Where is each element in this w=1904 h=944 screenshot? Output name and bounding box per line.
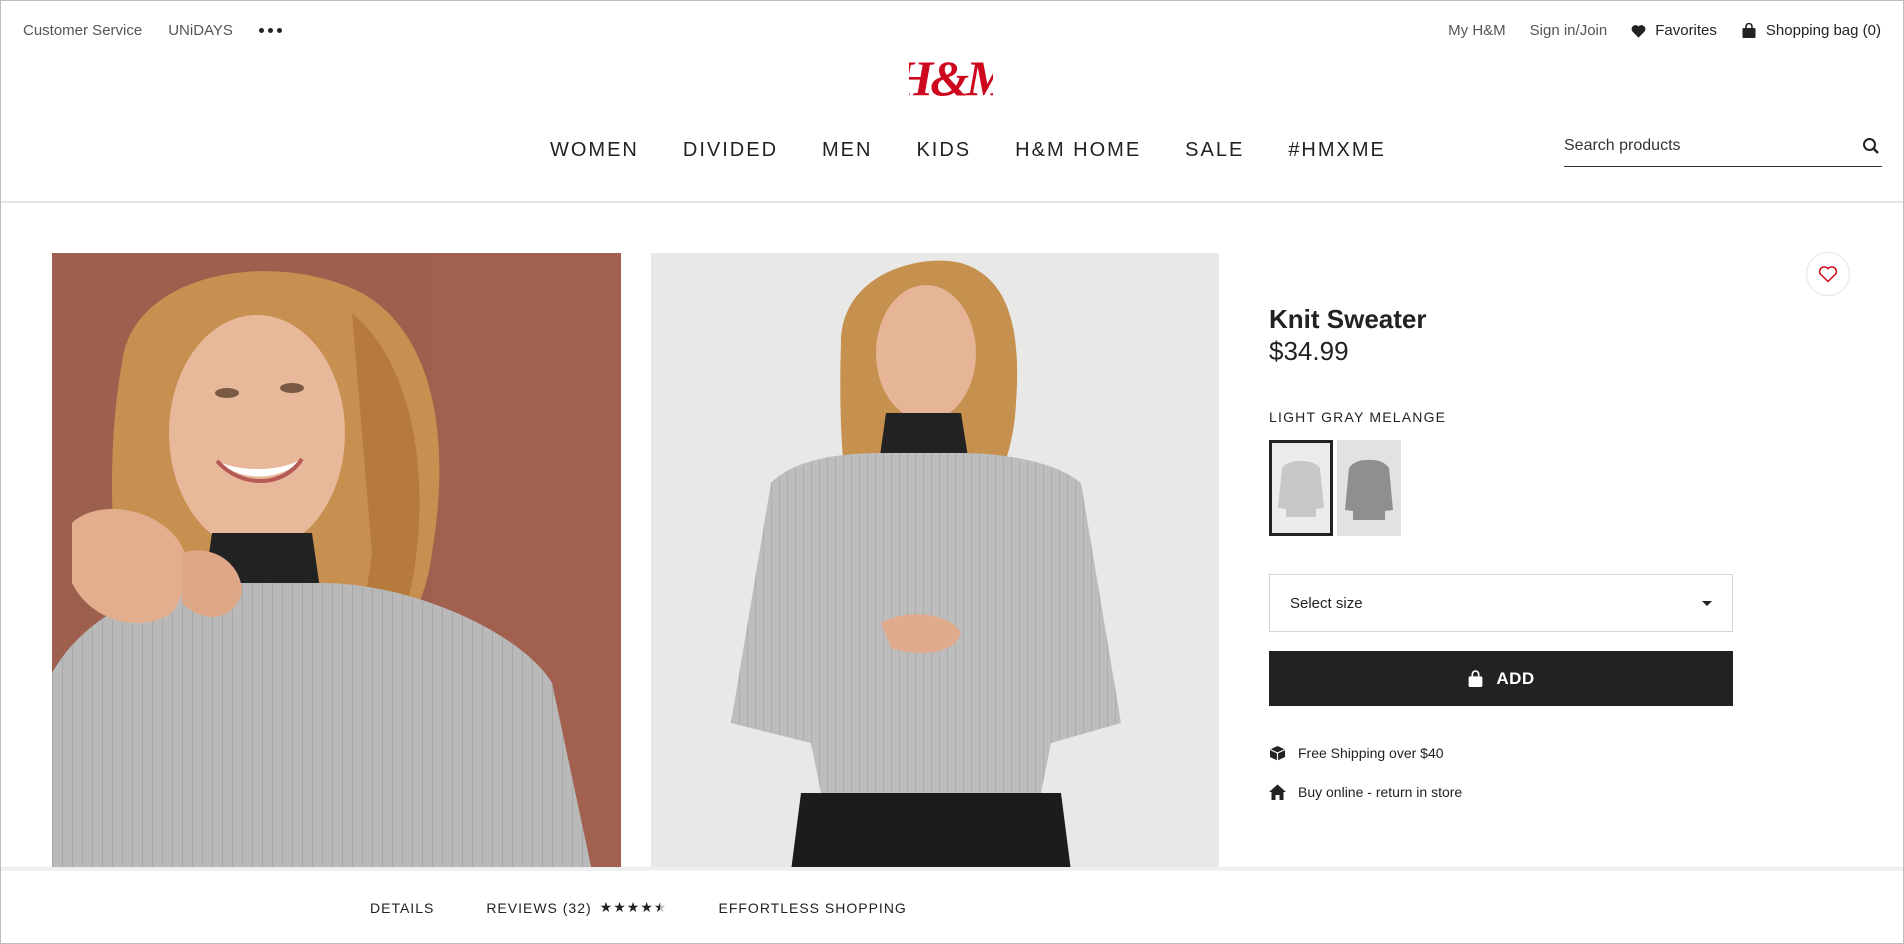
size-select[interactable]: Select size — [1269, 574, 1733, 632]
svg-text:H&M: H&M — [909, 50, 993, 105]
product-price: $34.99 — [1269, 336, 1349, 366]
page-frame: Customer Service UNiDAYS My H&M Sign in/… — [0, 0, 1904, 944]
add-to-favorites-button[interactable] — [1806, 252, 1850, 296]
tab-effortless-shopping[interactable]: EFFORTLESS SHOPPING — [718, 900, 906, 916]
unidays-link[interactable]: UNiDAYS — [168, 22, 233, 39]
nav-divided[interactable]: DIVIDED — [683, 139, 778, 162]
star-icon: ★ — [613, 899, 626, 915]
heart-outline-icon — [1818, 266, 1838, 283]
return-in-store-perk: Buy online - return in store — [1269, 784, 1462, 800]
main-nav: WOMEN DIVIDED MEN KIDS H&M HOME SALE #HM… — [550, 139, 1430, 162]
tab-reviews[interactable]: REVIEWS (32) ★ ★ ★ ★ ★ — [486, 899, 666, 916]
rating-stars: ★ ★ ★ ★ ★ — [600, 899, 667, 916]
nav-men[interactable]: MEN — [822, 139, 872, 162]
add-button-label: ADD — [1496, 668, 1535, 688]
search-input[interactable] — [1564, 131, 1844, 161]
bottom-tabs: DETAILS REVIEWS (32) ★ ★ ★ ★ ★ EFFORTLES… — [370, 899, 959, 916]
my-hm-link[interactable]: My H&M — [1448, 22, 1506, 39]
shopping-bag-link[interactable]: Shopping bag (0) — [1741, 22, 1881, 39]
search-box — [1564, 131, 1882, 167]
shopping-bag-icon — [1742, 22, 1756, 38]
nav-women[interactable]: WOMEN — [550, 139, 639, 162]
color-swatch-gray[interactable] — [1337, 440, 1401, 536]
sign-in-link[interactable]: Sign in/Join — [1530, 22, 1608, 39]
more-dots-icon[interactable] — [258, 28, 282, 33]
nav-sale[interactable]: SALE — [1185, 139, 1244, 162]
nav-kids[interactable]: KIDS — [916, 139, 971, 162]
tab-details[interactable]: DETAILS — [370, 900, 434, 916]
customer-service-link[interactable]: Customer Service — [23, 22, 142, 39]
shopping-bag-label: Shopping bag (0) — [1765, 22, 1881, 39]
utility-nav-right: My H&M Sign in/Join Favorites Shopping b… — [1424, 22, 1881, 39]
reviews-label: REVIEWS (32) — [486, 899, 592, 916]
nav-hm-home[interactable]: H&M HOME — [1015, 139, 1141, 162]
product-image-1[interactable] — [52, 253, 621, 871]
heart-icon — [1631, 24, 1646, 38]
product-title: Knit Sweater — [1269, 304, 1427, 334]
shopping-bag-icon — [1468, 669, 1483, 687]
star-icon: ★ — [640, 899, 653, 915]
size-select-label: Select size — [1290, 594, 1363, 612]
hm-logo[interactable]: H&M — [893, 45, 1015, 106]
color-swatch-light-gray[interactable] — [1269, 440, 1333, 536]
utility-nav-left: Customer Service UNiDAYS — [23, 22, 282, 39]
free-shipping-text: Free Shipping over $40 — [1298, 745, 1444, 761]
search-icon[interactable] — [1862, 137, 1880, 155]
product-image-2[interactable] — [651, 253, 1219, 871]
half-star-icon: ★ — [653, 899, 667, 915]
package-icon — [1269, 746, 1286, 761]
home-icon — [1269, 784, 1286, 800]
add-to-bag-button[interactable]: ADD — [1269, 651, 1733, 706]
free-shipping-perk: Free Shipping over $40 — [1269, 745, 1444, 761]
return-in-store-text: Buy online - return in store — [1298, 784, 1463, 800]
header-divider — [1, 201, 1903, 203]
star-icon: ★ — [599, 899, 613, 915]
nav-hmxme[interactable]: #HMXME — [1288, 139, 1386, 162]
color-name: LIGHT GRAY MELANGE — [1269, 409, 1447, 425]
favorites-label: Favorites — [1655, 22, 1717, 39]
favorites-link[interactable]: Favorites — [1631, 22, 1717, 39]
chevron-down-icon — [1702, 601, 1712, 606]
star-icon: ★ — [626, 899, 640, 915]
